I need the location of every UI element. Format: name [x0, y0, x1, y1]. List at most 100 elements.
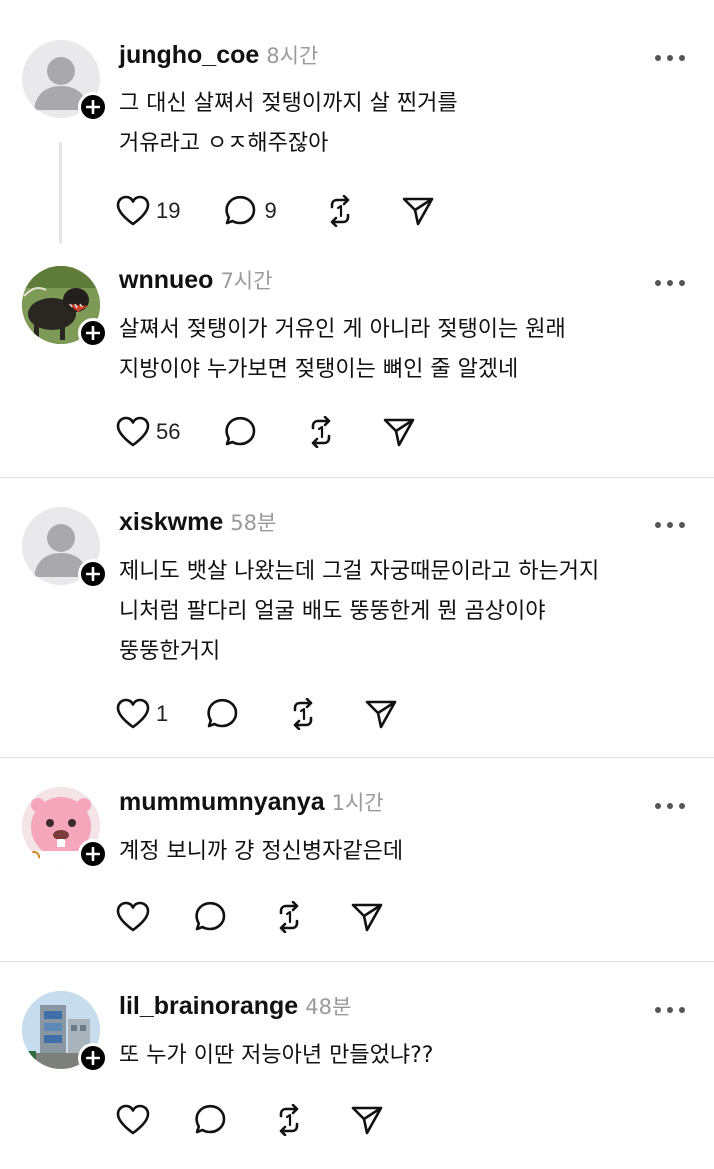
repost-icon [312, 416, 331, 448]
plus-icon [86, 567, 100, 581]
comment-line: 뚱뚱한거지 [119, 639, 221, 664]
share-button[interactable] [350, 1100, 384, 1140]
like-button[interactable] [116, 897, 150, 937]
plus-icon [86, 847, 100, 861]
comment-header: lil_brainorange 48분 [119, 991, 351, 1025]
send-icon [402, 197, 434, 226]
comment-line: 거유라고 ㅇㅈ해주잖아 [119, 131, 329, 156]
repost-button[interactable] [286, 694, 320, 734]
repost-button[interactable] [304, 412, 338, 452]
comment-header: jungho_coe 8시간 [119, 40, 318, 74]
comment-text: 계정 보니까 걍 정신병자같은데 [119, 832, 689, 872]
comment-line: 그 대신 살쪄서 젖탱이까지 살 찐거를 [119, 91, 458, 116]
reply-button[interactable]: 9 [224, 191, 277, 231]
reply-button[interactable] [224, 412, 258, 452]
comment-icon [225, 416, 256, 446]
send-icon [351, 903, 383, 932]
comment-text: 살쪄서 젖탱이가 거유인 게 아니라 젖탱이는 원래 지방이야 누가보면 젖탱이… [119, 310, 689, 390]
divider [0, 961, 714, 962]
plus-icon [86, 1051, 100, 1065]
timestamp: 58분 [230, 511, 277, 535]
more-button[interactable] [652, 517, 688, 531]
comment-header: mummumnyanya 1시간 [119, 787, 384, 821]
avatar[interactable] [22, 507, 108, 589]
plus-icon [86, 326, 100, 340]
plus-icon [86, 100, 100, 114]
reply-button[interactable] [206, 694, 240, 734]
follow-button[interactable] [78, 1043, 108, 1073]
more-button[interactable] [652, 50, 688, 64]
repost-icon [279, 901, 299, 933]
comment-icon [195, 1104, 226, 1134]
comment-line: 니처럼 팔다리 얼굴 배도 뚱뚱한게 뭔 곰상이야 [119, 599, 546, 624]
avatar[interactable] [22, 266, 108, 348]
comment-text: 제니도 뱃살 나왔는데 그걸 자궁때문이라고 하는거지 니처럼 팔다리 얼굴 배… [119, 552, 689, 672]
like-button[interactable] [116, 1100, 150, 1140]
avatar[interactable] [22, 787, 108, 869]
avatar[interactable] [22, 40, 108, 122]
share-button[interactable] [382, 412, 416, 452]
like-button[interactable]: 56 [116, 412, 180, 452]
username[interactable]: xiskwme [119, 508, 223, 537]
comment-header: xiskwme 58분 [119, 507, 276, 541]
action-bar: 56 [116, 412, 416, 452]
more-icon [655, 803, 685, 809]
avatar[interactable] [22, 991, 108, 1073]
comment-icon [195, 901, 226, 931]
like-button[interactable]: 19 [116, 191, 180, 231]
comment-header: wnnueo 7시간 [119, 265, 272, 299]
follow-button[interactable] [78, 318, 108, 348]
share-button[interactable] [350, 897, 384, 937]
timestamp: 7시간 [220, 269, 273, 293]
repost-button[interactable] [272, 897, 306, 937]
reply-count: 9 [264, 198, 277, 223]
comment-text: 또 누가 이딴 저능아년 만들었냐?? [119, 1036, 689, 1076]
comment-line: 또 누가 이딴 저능아년 만들었냐?? [119, 1043, 434, 1068]
heart-icon [116, 698, 150, 729]
comment-line: 계정 보니까 걍 정신병자같은데 [119, 839, 404, 864]
repost-icon [293, 698, 313, 730]
action-bar: 19 9 [116, 191, 435, 231]
comment-icon [225, 195, 256, 225]
action-bar [116, 1100, 384, 1140]
thread-line [59, 142, 62, 244]
timestamp: 8시간 [266, 44, 319, 68]
more-icon [655, 55, 685, 61]
divider [0, 477, 714, 478]
username[interactable]: mummumnyanya [119, 788, 325, 817]
repost-icon [330, 195, 350, 227]
action-bar: 1 [116, 694, 398, 734]
reply-button[interactable] [194, 897, 228, 937]
username[interactable]: jungho_coe [119, 41, 259, 70]
send-icon [384, 418, 415, 447]
more-icon [655, 522, 685, 528]
follow-button[interactable] [78, 559, 108, 589]
reply-button[interactable] [194, 1100, 228, 1140]
share-button[interactable] [364, 694, 398, 734]
repost-button[interactable] [272, 1100, 306, 1140]
heart-icon [116, 195, 150, 226]
follow-button[interactable] [78, 839, 108, 869]
username[interactable]: wnnueo [119, 266, 213, 295]
divider [0, 757, 714, 758]
like-button[interactable]: 1 [116, 694, 168, 734]
more-button[interactable] [652, 798, 688, 812]
comment-line: 지방이야 누가보면 젖탱이는 뼈인 줄 알겠네 [119, 357, 519, 382]
more-icon [655, 1007, 685, 1013]
like-count: 1 [156, 701, 169, 726]
repost-button[interactable] [323, 191, 357, 231]
more-button[interactable] [652, 275, 688, 289]
share-button[interactable] [401, 191, 435, 231]
more-button[interactable] [652, 1002, 688, 1016]
comment-icon [207, 698, 238, 728]
heart-icon [116, 1104, 150, 1135]
timestamp: 1시간 [331, 791, 384, 815]
repost-icon [279, 1104, 299, 1136]
follow-button[interactable] [78, 92, 108, 122]
heart-icon [116, 901, 150, 932]
send-icon [365, 700, 397, 729]
username[interactable]: lil_brainorange [119, 992, 298, 1021]
like-count: 19 [156, 198, 181, 223]
timestamp: 48분 [305, 995, 352, 1019]
heart-icon [116, 416, 150, 447]
